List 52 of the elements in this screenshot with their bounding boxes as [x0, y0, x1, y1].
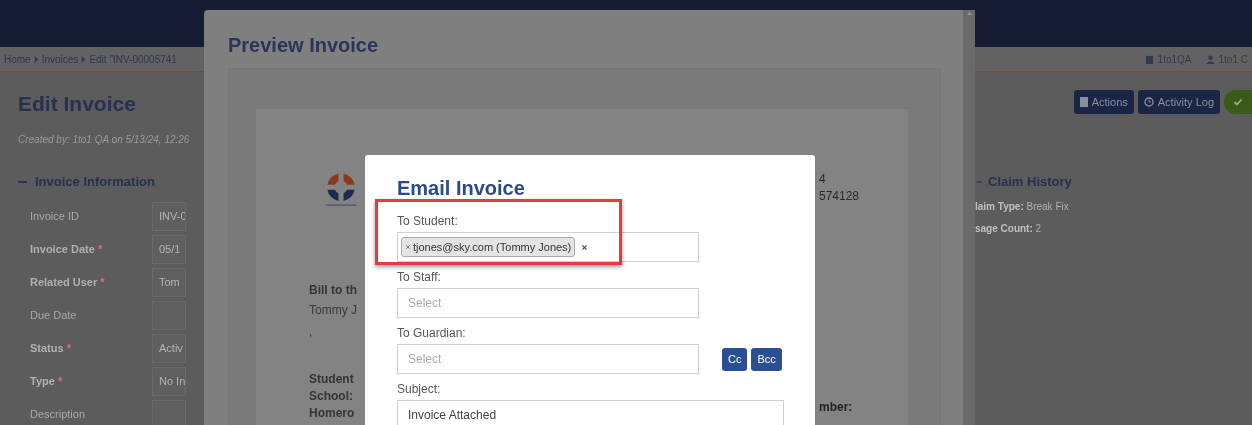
document-icon — [1079, 97, 1088, 107]
input-field[interactable]: No In — [152, 366, 186, 396]
bcc-button[interactable]: Bcc — [751, 347, 782, 371]
input-field[interactable]: 05/1 — [152, 234, 186, 264]
claim-detail: laim Type: Break Fix — [975, 199, 1069, 214]
student-detail-label: School: — [309, 388, 353, 405]
created-by-text: Created by: 1to1 QA on 5/13/24, 12:26 — [18, 133, 191, 147]
field-label: To Guardian: — [397, 325, 467, 341]
field-label: Due Date — [29, 307, 78, 323]
bill-to-name: Tommy J — [309, 302, 357, 319]
bill-to-heading: Bill to th — [309, 282, 357, 299]
scrollbar[interactable] — [963, 10, 975, 425]
input-field[interactable]: Activ — [152, 333, 186, 363]
bill-to-address: , — [309, 324, 313, 341]
recipient-field[interactable]: tjones@sky.com (Tommy Jones) — [397, 232, 699, 262]
building-icon — [1144, 54, 1154, 64]
save-button[interactable] — [1224, 90, 1252, 114]
field-label: Invoice ID — [29, 208, 80, 224]
input-field[interactable]: Tom — [152, 267, 186, 297]
field-label: Related User * — [29, 274, 106, 290]
clear-icon[interactable] — [581, 243, 589, 251]
field-label: To Staff: — [397, 269, 442, 285]
field-label: Description — [29, 406, 87, 422]
remove-icon[interactable] — [405, 244, 411, 250]
dialog-title: Preview Invoice — [228, 33, 380, 58]
recipient-select[interactable]: Select — [397, 344, 699, 374]
field-label: Status * — [29, 340, 72, 356]
field-label: Invoice Date * — [29, 241, 104, 257]
invoice-detail: 574128 — [819, 188, 860, 205]
user-icon — [1205, 54, 1215, 64]
recipient-tag: tjones@sky.com (Tommy Jones) — [401, 237, 576, 257]
history-icon — [1143, 97, 1154, 107]
activity-log-button[interactable]: Activity Log — [1137, 90, 1220, 114]
field-label: Subject: — [397, 381, 442, 397]
claim-detail: sage Count: 2 — [975, 221, 1042, 236]
invoice-detail-label: mber: — [819, 399, 853, 416]
scroll-up-icon[interactable] — [966, 12, 972, 15]
chevron-icon — [81, 55, 87, 63]
dialog-title: Email Invoice — [397, 176, 526, 201]
student-detail-label: Homero — [309, 405, 355, 422]
collapse-icon[interactable] — [18, 180, 27, 183]
cc-button[interactable]: Cc — [722, 347, 748, 371]
logo-icon — [324, 171, 358, 207]
field-label: To Student: — [397, 213, 459, 229]
chevron-icon — [33, 55, 39, 63]
student-detail-label: Student — [309, 371, 354, 388]
subject-field[interactable]: Invoice Attached — [397, 400, 784, 425]
invoice-detail: 4 — [819, 171, 826, 188]
actions-button[interactable]: Actions — [1073, 90, 1134, 114]
field-label: Type * — [29, 373, 64, 389]
recipient-select[interactable]: Select — [397, 288, 699, 318]
check-icon — [1233, 97, 1243, 107]
